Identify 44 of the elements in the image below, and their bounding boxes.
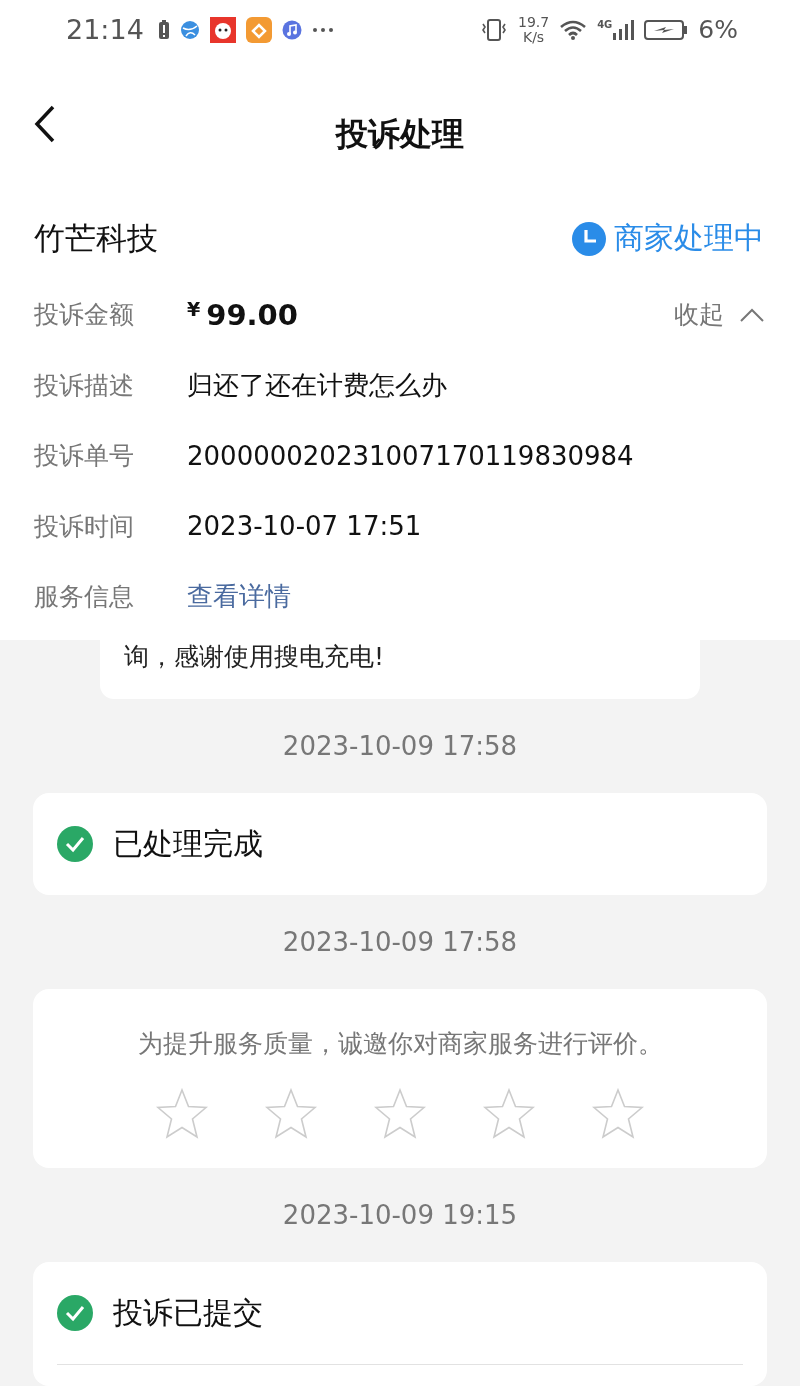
back-button[interactable] bbox=[34, 105, 56, 144]
timestamp: 2023-10-09 17:58 bbox=[281, 730, 519, 763]
status-label: 商家处理中 bbox=[614, 219, 764, 257]
star-empty[interactable] bbox=[373, 1088, 427, 1140]
star-empty[interactable] bbox=[482, 1088, 536, 1140]
status-text: 投诉已提交 bbox=[113, 1293, 263, 1332]
more-icon bbox=[311, 26, 334, 33]
field-label: 投诉单号 bbox=[34, 440, 135, 473]
field-value: 归还了还在计费怎么办 bbox=[187, 368, 447, 402]
battery-alert-icon bbox=[157, 19, 170, 40]
network-type: 4G bbox=[597, 18, 613, 30]
signal-icon bbox=[612, 18, 635, 41]
status-time: 21:14 bbox=[66, 14, 144, 46]
field-value: 200000020231007170119830984 bbox=[187, 440, 634, 471]
timestamp: 2023-10-09 17:58 bbox=[281, 926, 519, 959]
field-value: 2023-10-07 17:51 bbox=[187, 511, 422, 542]
field-label: 服务信息 bbox=[34, 581, 135, 614]
check-circle-icon bbox=[57, 1295, 93, 1331]
field-label: 投诉描述 bbox=[34, 369, 135, 402]
battery-percent: 6% bbox=[698, 15, 738, 45]
music-app-icon bbox=[281, 19, 302, 40]
globe-app-icon bbox=[179, 19, 200, 40]
star-empty[interactable] bbox=[264, 1088, 318, 1140]
rating-prompt: 为提升服务质量，诚邀你对商家服务进行评价。 bbox=[137, 1028, 663, 1060]
field-label: 投诉金额 bbox=[34, 299, 135, 332]
timestamp: 2023-10-09 19:15 bbox=[281, 1199, 519, 1232]
page-title: 投诉处理 bbox=[336, 114, 464, 156]
merchant-name: 竹芒科技 bbox=[34, 218, 158, 258]
field-label: 投诉时间 bbox=[34, 510, 135, 543]
star-empty[interactable] bbox=[155, 1088, 209, 1140]
check-circle-icon bbox=[57, 826, 93, 862]
star-empty[interactable] bbox=[591, 1088, 645, 1140]
network-speed: 19.7 K/s bbox=[518, 14, 550, 45]
back-icon bbox=[34, 105, 56, 144]
message-text: 询，感谢使用搜电充电! bbox=[124, 642, 385, 671]
vibrate-icon bbox=[480, 17, 508, 42]
amount-value: ¥ 99.00 bbox=[187, 297, 299, 332]
status-text: 已处理完成 bbox=[113, 824, 263, 863]
chevron-up-icon bbox=[740, 307, 764, 322]
battery-charging-icon bbox=[644, 18, 689, 41]
details-link[interactable]: 查看详情 bbox=[187, 579, 291, 615]
wifi-icon bbox=[559, 18, 588, 41]
clock-icon bbox=[572, 221, 606, 256]
collapse-toggle[interactable]: 收起 bbox=[674, 298, 764, 332]
